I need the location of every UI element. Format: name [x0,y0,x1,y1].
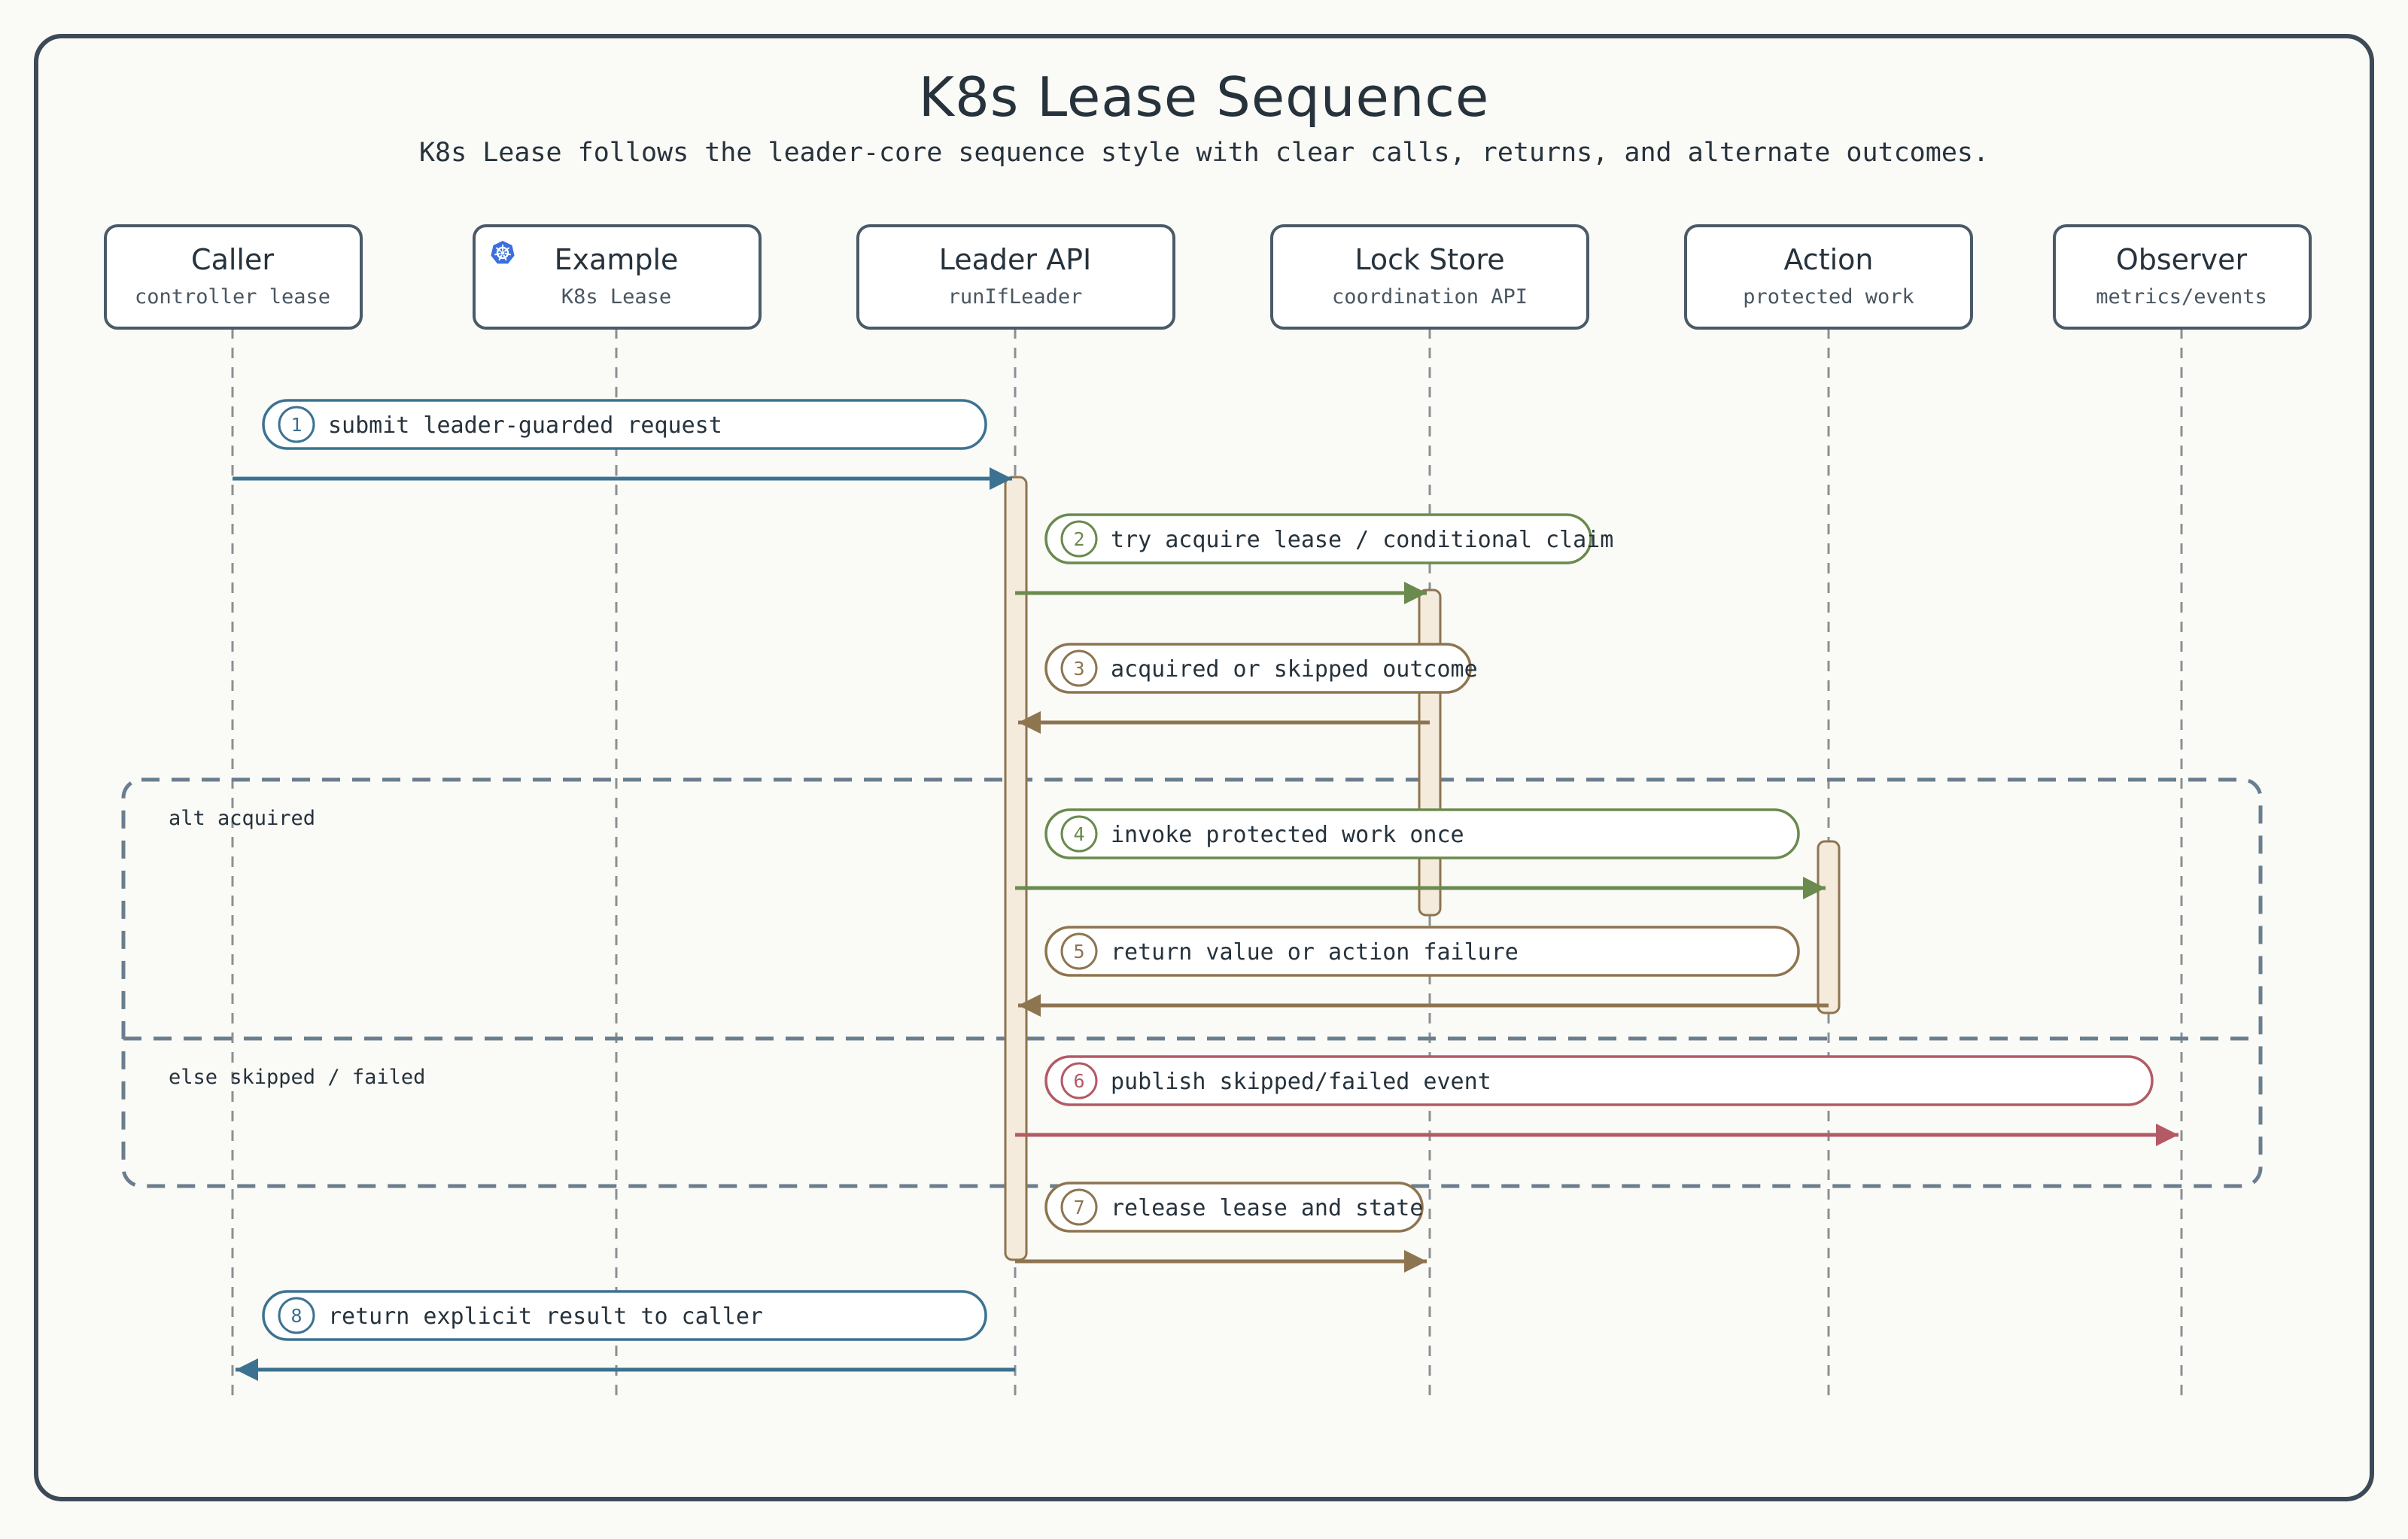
participant-subtitle: K8s Lease [561,285,671,309]
step-number: 1 [290,414,302,436]
sequence-diagram: K8s Lease Sequence K8s Lease follows the… [34,34,2374,1501]
diagram-frame [34,34,2374,1501]
message-text: try acquire lease / conditional claim [1111,527,1613,553]
participant-subtitle: coordination API [1332,285,1528,309]
step-number: 6 [1073,1070,1084,1092]
step-number: 8 [290,1305,302,1327]
message-text: release lease and state [1111,1195,1423,1221]
participant-name: Caller [191,243,274,276]
participant-lock: Lock Store coordination API [1270,224,1589,330]
participant-subtitle: protected work [1743,285,1914,309]
participant-subtitle: controller lease [135,285,330,309]
participant-action: Action protected work [1684,224,1973,330]
message-text: return explicit result to caller [328,1303,763,1330]
diagram-canvas: K8s Lease Sequence K8s Lease follows the… [0,0,2408,1535]
activation-lock [1418,589,1442,917]
participant-box [473,224,762,330]
step-number: 4 [1073,823,1084,845]
participant-observer: Observer metrics/events [2053,224,2312,330]
diagram-title: K8s Lease Sequence [919,65,1490,129]
participant-subtitle: runIfLeader [948,285,1083,309]
participant-box [104,224,363,330]
diagram-subtitle: K8s Lease follows the leader-core sequen… [419,138,1989,168]
participant-box [1270,224,1589,330]
message-text: acquired or skipped outcome [1111,656,1478,683]
activation-action [1817,840,1841,1014]
participant-box [2053,224,2312,330]
else-label: else skipped / failed [169,1066,425,1089]
participant-name: Leader API [939,243,1092,276]
participant-box [1684,224,1973,330]
participant-caller: Caller controller lease [104,224,363,330]
alt-label: alt acquired [169,807,315,830]
participant-box [856,224,1175,330]
step-number: 3 [1073,658,1084,680]
step-number: 5 [1073,941,1084,963]
message-text: publish skipped/failed event [1111,1069,1491,1095]
participant-subtitle: metrics/events [2096,285,2267,309]
step-number: 2 [1073,528,1084,550]
participant-name: Action [1783,243,1873,276]
message-text: return value or action failure [1111,939,1519,966]
step-number: 7 [1073,1197,1084,1218]
participant-name: Observer [2116,243,2248,276]
message-text: submit leader-guarded request [328,412,722,439]
participant-example: Example K8s Lease [473,224,762,330]
participant-name: Lock Store [1354,243,1504,276]
participant-name: Example [555,243,679,276]
participant-leader: Leader API runIfLeader [856,224,1175,330]
message-text: invoke protected work once [1111,822,1464,848]
